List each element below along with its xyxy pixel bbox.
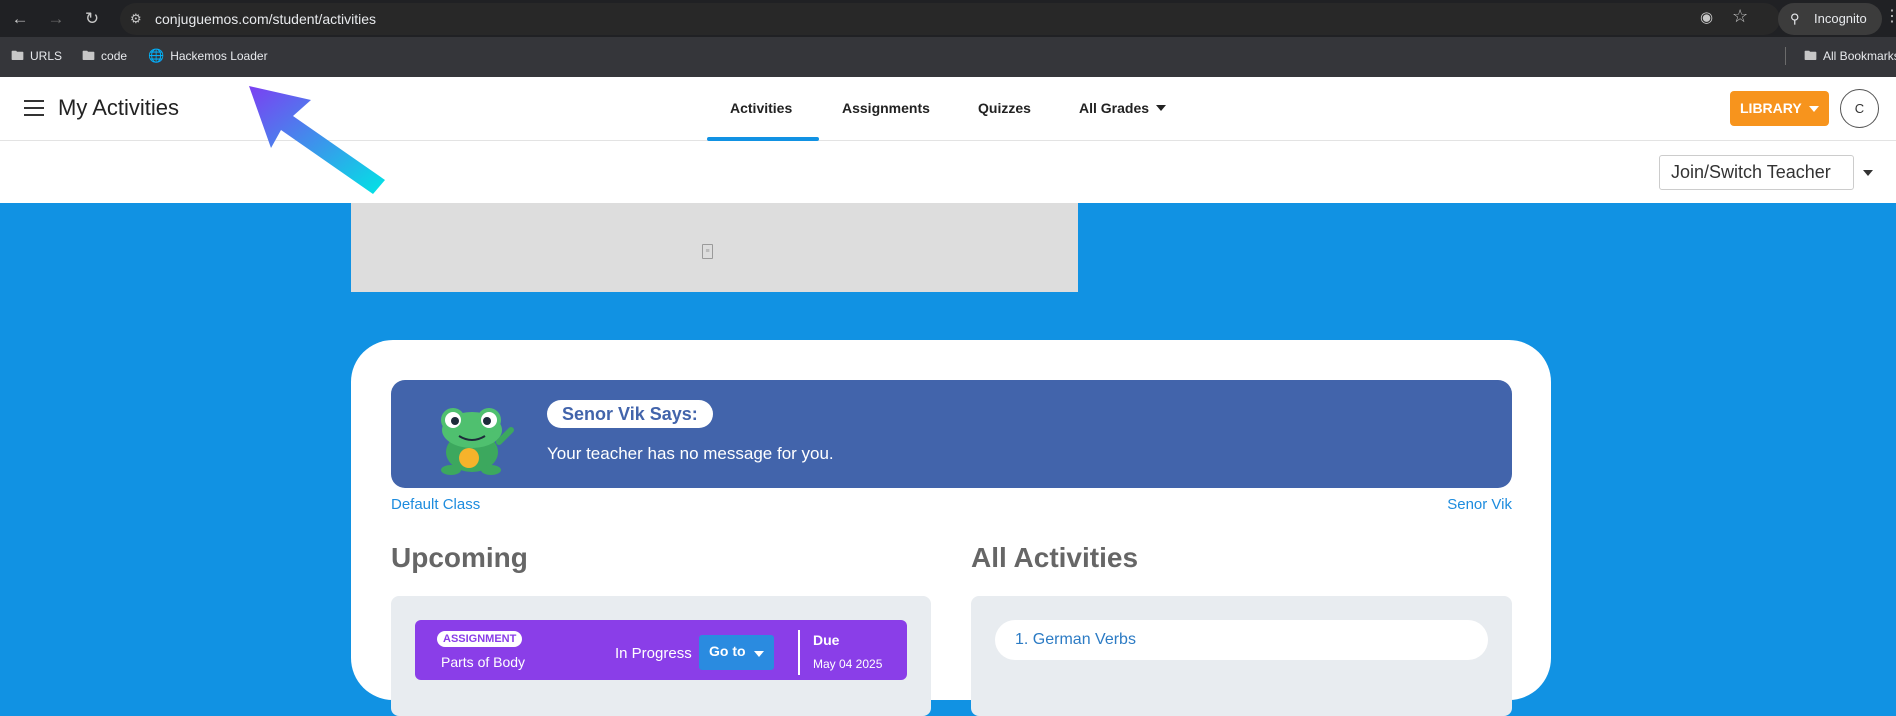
folder-icon: 🖿 <box>1804 48 1818 63</box>
assignment-status: In Progress <box>615 645 692 662</box>
bookmark-star-icon[interactable]: ☆ <box>1732 6 1748 27</box>
incognito-icon: ⚲ <box>1790 11 1800 26</box>
library-label: LIBRARY <box>1740 100 1802 116</box>
incognito-button[interactable]: ⚲ Incognito <box>1778 3 1882 35</box>
eye-off-icon[interactable]: ◉ <box>1700 8 1713 26</box>
site-info-icon[interactable]: ⚙ <box>130 10 148 28</box>
chevron-down-icon[interactable] <box>1863 170 1873 176</box>
browser-toolbar: ← → ↻ ⚙ conjuguemos.com/student/activiti… <box>0 0 1896 37</box>
bookmark-urls[interactable]: 🖿 URLS <box>11 48 62 64</box>
upcoming-panel: ASSIGNMENT Parts of Body In Progress Go … <box>391 596 931 716</box>
url-text[interactable]: conjuguemos.com/student/activities <box>155 10 376 28</box>
chevron-down-icon <box>754 651 764 657</box>
main-card: Senor Vik Says: Your teacher has no mess… <box>351 340 1551 716</box>
go-to-label: Go to <box>709 643 746 659</box>
upcoming-heading: Upcoming <box>391 542 528 573</box>
teacher-message-box: Senor Vik Says: Your teacher has no mess… <box>391 380 1512 488</box>
forward-icon[interactable]: → <box>46 9 66 29</box>
all-bookmarks[interactable]: 🖿 All Bookmarks <box>1804 48 1896 64</box>
due-divider <box>798 630 800 675</box>
class-link[interactable]: Default Class <box>391 496 480 513</box>
back-icon[interactable]: ← <box>10 9 30 29</box>
chevron-down-icon <box>1809 106 1819 112</box>
tab-assignments[interactable]: Assignments <box>842 100 930 116</box>
broken-image-icon: ≡ <box>702 244 713 259</box>
bookmark-label: code <box>101 49 128 63</box>
folder-icon: 🖿 <box>11 48 25 63</box>
teacher-link[interactable]: Senor Vik <box>1447 496 1512 513</box>
bookmarks-divider <box>1785 47 1786 65</box>
all-activities-heading: All Activities <box>971 542 1139 573</box>
bookmarks-bar <box>0 37 1896 77</box>
hamburger-menu-icon[interactable] <box>24 100 44 116</box>
assignment-card[interactable]: ASSIGNMENT Parts of Body In Progress Go … <box>415 620 907 680</box>
folder-icon: 🖿 <box>82 48 96 63</box>
frog-mascot-icon <box>441 408 514 475</box>
go-to-button[interactable]: Go to <box>699 635 774 670</box>
library-button[interactable]: LIBRARY <box>1730 91 1829 126</box>
address-bar[interactable]: ⚙ conjuguemos.com/student/activities <box>120 3 1780 35</box>
banner-image-placeholder <box>351 203 1078 292</box>
activity-item[interactable]: 1. German Verbs <box>995 620 1488 660</box>
due-label: Due <box>813 632 840 648</box>
tab-quizzes[interactable]: Quizzes <box>978 100 1031 116</box>
reload-icon[interactable]: ↻ <box>82 9 102 29</box>
message-text: Your teacher has no message for you. <box>547 444 834 463</box>
assignment-badge: ASSIGNMENT <box>437 631 523 647</box>
more-menu-icon[interactable]: ⋮ <box>1884 6 1896 26</box>
all-activities-panel: 1. German Verbs <box>971 596 1512 716</box>
tab-activities[interactable]: Activities <box>730 100 792 116</box>
bookmark-label: All Bookmarks <box>1823 49 1896 63</box>
join-switch-teacher-button[interactable]: Join/Switch Teacher <box>1659 155 1854 190</box>
bookmark-hackemos-loader[interactable]: 🌐 Hackemos Loader <box>148 48 268 64</box>
assignment-name: Parts of Body <box>441 654 526 670</box>
avatar[interactable]: C <box>1840 89 1879 128</box>
tab-all-grades[interactable]: All Grades <box>1079 100 1149 116</box>
incognito-label: Incognito <box>1814 11 1867 26</box>
chevron-down-icon[interactable] <box>1156 105 1166 111</box>
bookmark-label: URLS <box>30 49 63 63</box>
page-title: My Activities <box>58 95 180 120</box>
annotation-arrow-icon <box>249 86 385 194</box>
bookmark-label: Hackemos Loader <box>170 49 268 63</box>
message-title-badge: Senor Vik Says: <box>547 400 713 428</box>
bookmark-code[interactable]: 🖿 code <box>82 48 127 64</box>
globe-icon: 🌐 <box>148 48 165 63</box>
